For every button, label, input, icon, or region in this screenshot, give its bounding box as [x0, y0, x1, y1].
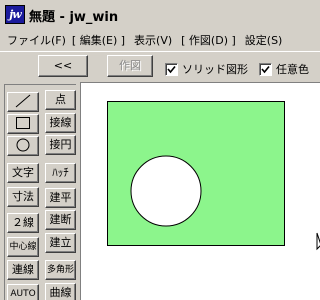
line-icon: [15, 94, 31, 108]
dimension-tool-button[interactable]: 寸法: [7, 187, 39, 207]
drawing-svg: [107, 101, 320, 251]
window-title: 無題 - jw_win: [29, 10, 119, 25]
tool-palette: 文字 寸法 ２線 中心線 連線 AUTO 点 接線 接円 ﾊｯﾁ 建平 建断 建…: [0, 82, 80, 300]
building-section-tool-button[interactable]: 建断: [45, 210, 76, 230]
circle-tool-button[interactable]: [7, 136, 39, 156]
any-color-label: 任意色: [276, 63, 309, 76]
line-tool-button[interactable]: [7, 92, 39, 112]
menu-bar: ファイル(F) [ 編集(E) ] 表示(V) [ 作図(D) ] 設定(S): [0, 29, 320, 51]
application-window: jw 無題 - jw_win ファイル(F) [ 編集(E) ] 表示(V) […: [0, 0, 320, 300]
solid-fill-label: ソリッド図形: [182, 63, 248, 76]
hatch-tool-button[interactable]: ﾊｯﾁ: [45, 163, 76, 183]
connect-line-tool-button[interactable]: 連線: [7, 260, 39, 280]
building-plan-tool-button[interactable]: 建平: [45, 188, 76, 208]
double-line-tool-button[interactable]: ２線: [7, 213, 39, 233]
solid-fill-checkbox[interactable]: ソリッド図形: [165, 61, 248, 77]
white-circle[interactable]: [130, 155, 202, 227]
toolbar: << 作図 ソリッド図形 任意色: [0, 51, 320, 81]
menu-edit[interactable]: [ 編集(E) ]: [69, 32, 128, 48]
center-line-tool-button[interactable]: 中心線: [7, 237, 39, 257]
title-bar: jw 無題 - jw_win: [0, 0, 320, 29]
drawing-canvas[interactable]: [80, 82, 320, 300]
menu-view[interactable]: 表示(V): [128, 32, 175, 48]
curve-tool-button[interactable]: 曲線: [45, 283, 76, 300]
draw-button[interactable]: 作図: [107, 55, 153, 77]
text-tool-button[interactable]: 文字: [7, 163, 39, 183]
rectangle-icon: [16, 117, 30, 129]
any-color-checkbox[interactable]: 任意色: [259, 61, 309, 77]
tangent-line-tool-button[interactable]: 接線: [45, 113, 76, 133]
menu-draw[interactable]: [ 作図(D) ]: [175, 32, 239, 48]
menu-settings[interactable]: 設定(S): [239, 32, 286, 48]
menu-file[interactable]: ファイル(F): [0, 32, 69, 48]
circle-icon: [16, 138, 30, 152]
rectangle-tool-button[interactable]: [7, 114, 39, 134]
building-elevation-tool-button[interactable]: 建立: [45, 233, 76, 253]
tangent-circle-tool-button[interactable]: 接円: [45, 135, 76, 155]
auto-mode-button[interactable]: AUTO: [7, 284, 39, 300]
any-color-check-icon: [259, 62, 272, 76]
polygon-tool-button[interactable]: 多角形: [45, 260, 76, 280]
solid-fill-check-icon: [165, 62, 178, 76]
point-tool-button[interactable]: 点: [45, 90, 76, 110]
app-icon: jw: [5, 5, 25, 24]
back-button[interactable]: <<: [38, 55, 88, 77]
